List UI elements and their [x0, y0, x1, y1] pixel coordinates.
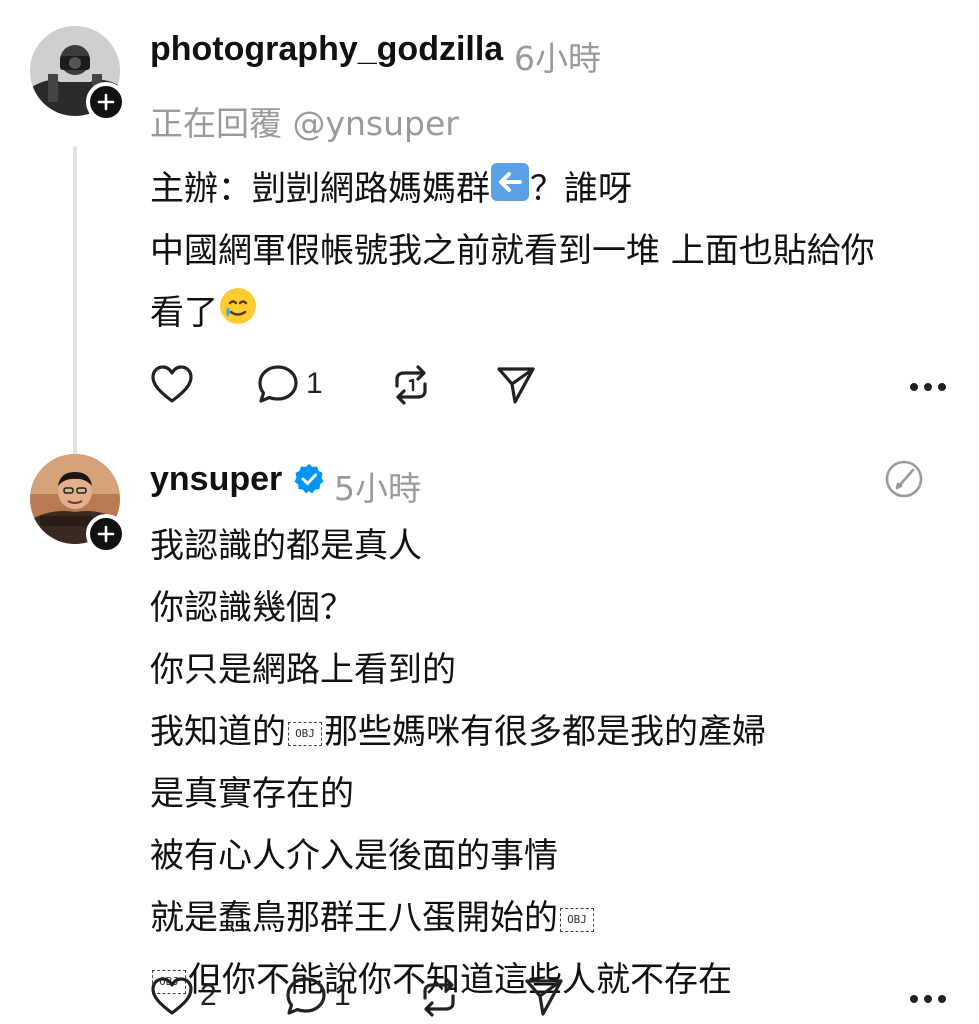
more-icon [910, 995, 946, 1003]
post2-line-4b: 那些媽咪有很多都是我的產婦 [324, 712, 766, 752]
post1-comment-button[interactable]: 1 [256, 363, 323, 405]
post2-line-3: 你只是網路上看到的 [150, 650, 456, 690]
post1-body: 主辦：剴剴網路媽媽群 ？誰呀 中國網軍假帳號我之前就看到一堆 上面也貼給你 看了 [150, 158, 875, 344]
heart-icon [151, 365, 193, 403]
obj-placeholder: OBJ [560, 907, 594, 932]
post2-line-4a: 我知道的 [150, 712, 286, 752]
post2-body: 我認識的都是真人 你認識幾個？ 你只是網路上看到的 我知道的 OBJ 那些媽咪有很多… [150, 515, 766, 1011]
send-icon [525, 979, 563, 1016]
post2-line-7: 就是蠢鳥那群王八蛋開始的 [150, 898, 558, 938]
follow-plus-button[interactable] [86, 514, 126, 554]
post1-timestamp: 6小時 [514, 39, 601, 78]
post1-like-button[interactable] [150, 364, 200, 404]
plus-icon [97, 93, 115, 111]
post2-username[interactable]: ynsuper [150, 460, 282, 499]
verified-badge-icon [292, 462, 326, 500]
left-arrow-emoji-icon [490, 160, 530, 222]
plus-icon [97, 525, 115, 543]
post2-line-2: 你認識幾個？ [150, 588, 354, 628]
smiling-face-with-tear-emoji-icon [218, 284, 258, 346]
post1-line-2: 中國網軍假帳號我之前就看到一堆 上面也貼給你 [150, 231, 875, 271]
edit-history-icon[interactable] [883, 458, 925, 504]
post1-comment-count: 1 [306, 367, 323, 400]
post1-username[interactable]: photography_godzilla [150, 30, 503, 69]
post1-line-1b: ？誰呀 [530, 169, 632, 209]
comment-icon [258, 365, 298, 403]
post1-share-button[interactable] [495, 364, 537, 406]
post2-line-5: 是真實存在的 [150, 774, 354, 814]
send-icon [497, 367, 535, 404]
post2-share-button[interactable] [523, 976, 565, 1018]
post2-comment-count: 1 [334, 979, 351, 1012]
more-icon [910, 383, 946, 391]
heart-icon [151, 977, 193, 1015]
post1-line-1: 主辦：剴剴網路媽媽群 [150, 169, 490, 209]
obj-placeholder: OBJ [288, 721, 322, 746]
thread-line [73, 146, 77, 456]
post1-line-3: 看了 [150, 293, 218, 333]
post2-more-button[interactable] [908, 990, 948, 1009]
post2-line-6: 被有心人介入是後面的事情 [150, 836, 558, 876]
follow-plus-button[interactable] [86, 82, 126, 122]
post2-line-1: 我認識的都是真人 [150, 526, 422, 566]
post2-like-count: 2 [200, 979, 217, 1012]
post2-repost-button[interactable] [417, 976, 461, 1018]
post2-timestamp: 5小時 [334, 469, 421, 508]
repost-icon [395, 365, 427, 405]
post1-replying-to[interactable]: 正在回覆 @ynsuper [150, 97, 459, 145]
post2-comment-button[interactable]: 1 [284, 975, 351, 1017]
post1-repost-button[interactable] [389, 364, 433, 406]
comment-icon [286, 977, 326, 1015]
repost-icon [423, 977, 455, 1017]
post2-like-button[interactable]: 2 [150, 976, 217, 1016]
post1-more-button[interactable] [908, 378, 948, 397]
